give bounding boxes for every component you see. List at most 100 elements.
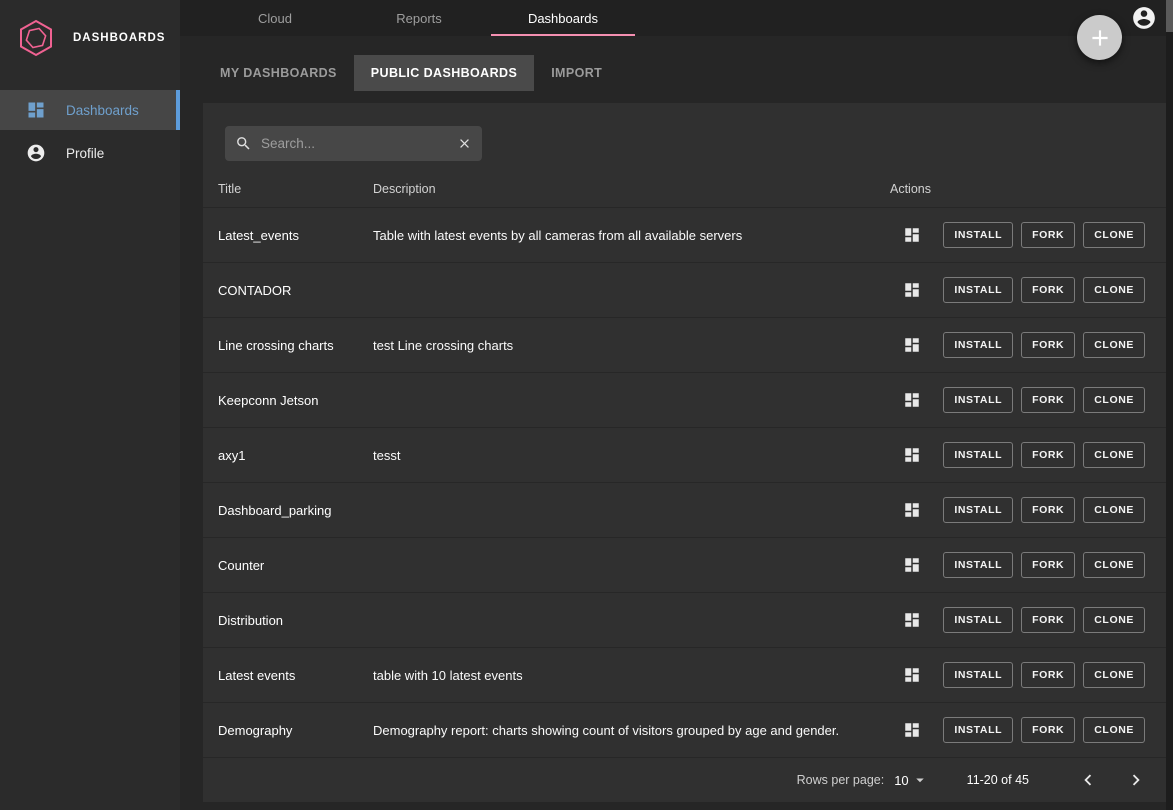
table-row: Demography Demography report: charts sho… bbox=[203, 702, 1167, 757]
row-description: Demography report: charts showing count … bbox=[373, 723, 890, 738]
clone-button[interactable]: CLONE bbox=[1083, 442, 1145, 468]
next-page-button[interactable] bbox=[1125, 769, 1147, 791]
sidebar-item-profile[interactable]: Profile bbox=[0, 133, 180, 173]
install-button[interactable]: INSTALL bbox=[943, 332, 1013, 358]
table-row: axy1 tesst INSTALL FORK CLONE bbox=[203, 427, 1167, 482]
dashboard-grid-icon bbox=[903, 721, 921, 739]
row-title: Keepconn Jetson bbox=[218, 393, 373, 408]
row-title: Counter bbox=[218, 558, 373, 573]
previous-page-button[interactable] bbox=[1077, 769, 1099, 791]
row-title: Line crossing charts bbox=[218, 338, 373, 353]
clone-button[interactable]: CLONE bbox=[1083, 607, 1145, 633]
install-button[interactable]: INSTALL bbox=[943, 222, 1013, 248]
dashboard-grid-icon bbox=[903, 226, 921, 244]
install-button[interactable]: INSTALL bbox=[943, 552, 1013, 578]
tab-dashboards[interactable]: Dashboards bbox=[491, 0, 635, 36]
fork-button[interactable]: FORK bbox=[1021, 442, 1075, 468]
install-button[interactable]: INSTALL bbox=[943, 277, 1013, 303]
search-icon bbox=[235, 135, 252, 152]
table-pagination: Rows per page: 10 11-20 of 45 bbox=[203, 757, 1167, 802]
account-circle-icon bbox=[26, 143, 46, 163]
tab-cloud[interactable]: Cloud bbox=[203, 0, 347, 36]
subtab-public-dashboards[interactable]: PUBLIC DASHBOARDS bbox=[354, 55, 534, 91]
clone-button[interactable]: CLONE bbox=[1083, 222, 1145, 248]
fork-button[interactable]: FORK bbox=[1021, 717, 1075, 743]
rows-per-page-label: Rows per page: bbox=[797, 773, 885, 787]
row-title: Latest_events bbox=[218, 228, 373, 243]
fork-button[interactable]: FORK bbox=[1021, 497, 1075, 523]
install-button[interactable]: INSTALL bbox=[943, 662, 1013, 688]
table-row: CONTADOR INSTALL FORK CLONE bbox=[203, 262, 1167, 317]
clone-button[interactable]: CLONE bbox=[1083, 277, 1145, 303]
row-title: Distribution bbox=[218, 613, 373, 628]
account-menu-button[interactable] bbox=[1131, 5, 1157, 31]
sidebar-item-label: Dashboards bbox=[66, 103, 139, 118]
table-row: Keepconn Jetson INSTALL FORK CLONE bbox=[203, 372, 1167, 427]
brand-name: DASHBOARDS bbox=[73, 32, 165, 44]
clone-button[interactable]: CLONE bbox=[1083, 497, 1145, 523]
row-description: tesst bbox=[373, 448, 890, 463]
row-title: Demography bbox=[218, 723, 373, 738]
dashboard-grid-icon bbox=[903, 391, 921, 409]
install-button[interactable]: INSTALL bbox=[943, 717, 1013, 743]
fork-button[interactable]: FORK bbox=[1021, 332, 1075, 358]
search-input[interactable] bbox=[261, 136, 448, 151]
fork-button[interactable]: FORK bbox=[1021, 662, 1075, 688]
table-row: Counter INSTALL FORK CLONE bbox=[203, 537, 1167, 592]
sidebar-menu: Dashboards Profile bbox=[0, 90, 180, 173]
table-row: Distribution INSTALL FORK CLONE bbox=[203, 592, 1167, 647]
row-title: Dashboard_parking bbox=[218, 503, 373, 518]
close-icon bbox=[457, 136, 472, 151]
clone-button[interactable]: CLONE bbox=[1083, 662, 1145, 688]
row-description: table with 10 latest events bbox=[373, 668, 890, 683]
dashboard-grid-icon bbox=[903, 611, 921, 629]
brand-logo-icon bbox=[16, 18, 56, 58]
table-row: Latest_events Table with latest events b… bbox=[203, 207, 1167, 262]
pagination-range: 11-20 of 45 bbox=[967, 773, 1029, 787]
scrollbar-thumb[interactable] bbox=[1166, 0, 1173, 32]
subtab-import[interactable]: IMPORT bbox=[534, 55, 619, 91]
sidebar: DASHBOARDS Dashboards Profile bbox=[0, 0, 180, 810]
subtab-my-dashboards[interactable]: MY DASHBOARDS bbox=[203, 55, 354, 91]
fork-button[interactable]: FORK bbox=[1021, 607, 1075, 633]
fork-button[interactable]: FORK bbox=[1021, 387, 1075, 413]
row-title: axy1 bbox=[218, 448, 373, 463]
clear-search-button[interactable] bbox=[457, 136, 472, 151]
clone-button[interactable]: CLONE bbox=[1083, 552, 1145, 578]
header-description: Description bbox=[373, 182, 890, 196]
dashboard-icon bbox=[26, 100, 46, 120]
clone-button[interactable]: CLONE bbox=[1083, 387, 1145, 413]
dropdown-arrow-icon bbox=[911, 771, 929, 789]
install-button[interactable]: INSTALL bbox=[943, 497, 1013, 523]
clone-button[interactable]: CLONE bbox=[1083, 332, 1145, 358]
dashboard-grid-icon bbox=[903, 281, 921, 299]
install-button[interactable]: INSTALL bbox=[943, 387, 1013, 413]
sidebar-item-label: Profile bbox=[66, 146, 104, 161]
header-actions: Actions bbox=[890, 182, 1145, 196]
dashboards-table-card: Title Description Actions Latest_events … bbox=[203, 103, 1167, 802]
header-title: Title bbox=[218, 182, 373, 196]
dashboard-grid-icon bbox=[903, 501, 921, 519]
fork-button[interactable]: FORK bbox=[1021, 222, 1075, 248]
install-button[interactable]: INSTALL bbox=[943, 442, 1013, 468]
row-description: test Line crossing charts bbox=[373, 338, 890, 353]
dashboard-grid-icon bbox=[903, 446, 921, 464]
brand: DASHBOARDS bbox=[0, 0, 180, 76]
vertical-scrollbar[interactable] bbox=[1166, 0, 1173, 810]
fork-button[interactable]: FORK bbox=[1021, 552, 1075, 578]
install-button[interactable]: INSTALL bbox=[943, 607, 1013, 633]
table-row: Latest events table with 10 latest event… bbox=[203, 647, 1167, 702]
tab-reports[interactable]: Reports bbox=[347, 0, 491, 36]
table-header: Title Description Actions bbox=[203, 171, 1167, 207]
clone-button[interactable]: CLONE bbox=[1083, 717, 1145, 743]
rows-per-page-select[interactable]: 10 bbox=[894, 771, 928, 789]
table-row: Dashboard_parking INSTALL FORK CLONE bbox=[203, 482, 1167, 537]
table-row: Line crossing charts test Line crossing … bbox=[203, 317, 1167, 372]
add-dashboard-fab[interactable] bbox=[1077, 15, 1122, 60]
chevron-right-icon bbox=[1125, 769, 1147, 791]
rows-per-page-value: 10 bbox=[894, 773, 908, 788]
top-navigation: Cloud Reports Dashboards bbox=[180, 0, 1166, 36]
search-box bbox=[225, 126, 482, 161]
sidebar-item-dashboards[interactable]: Dashboards bbox=[0, 90, 180, 130]
fork-button[interactable]: FORK bbox=[1021, 277, 1075, 303]
